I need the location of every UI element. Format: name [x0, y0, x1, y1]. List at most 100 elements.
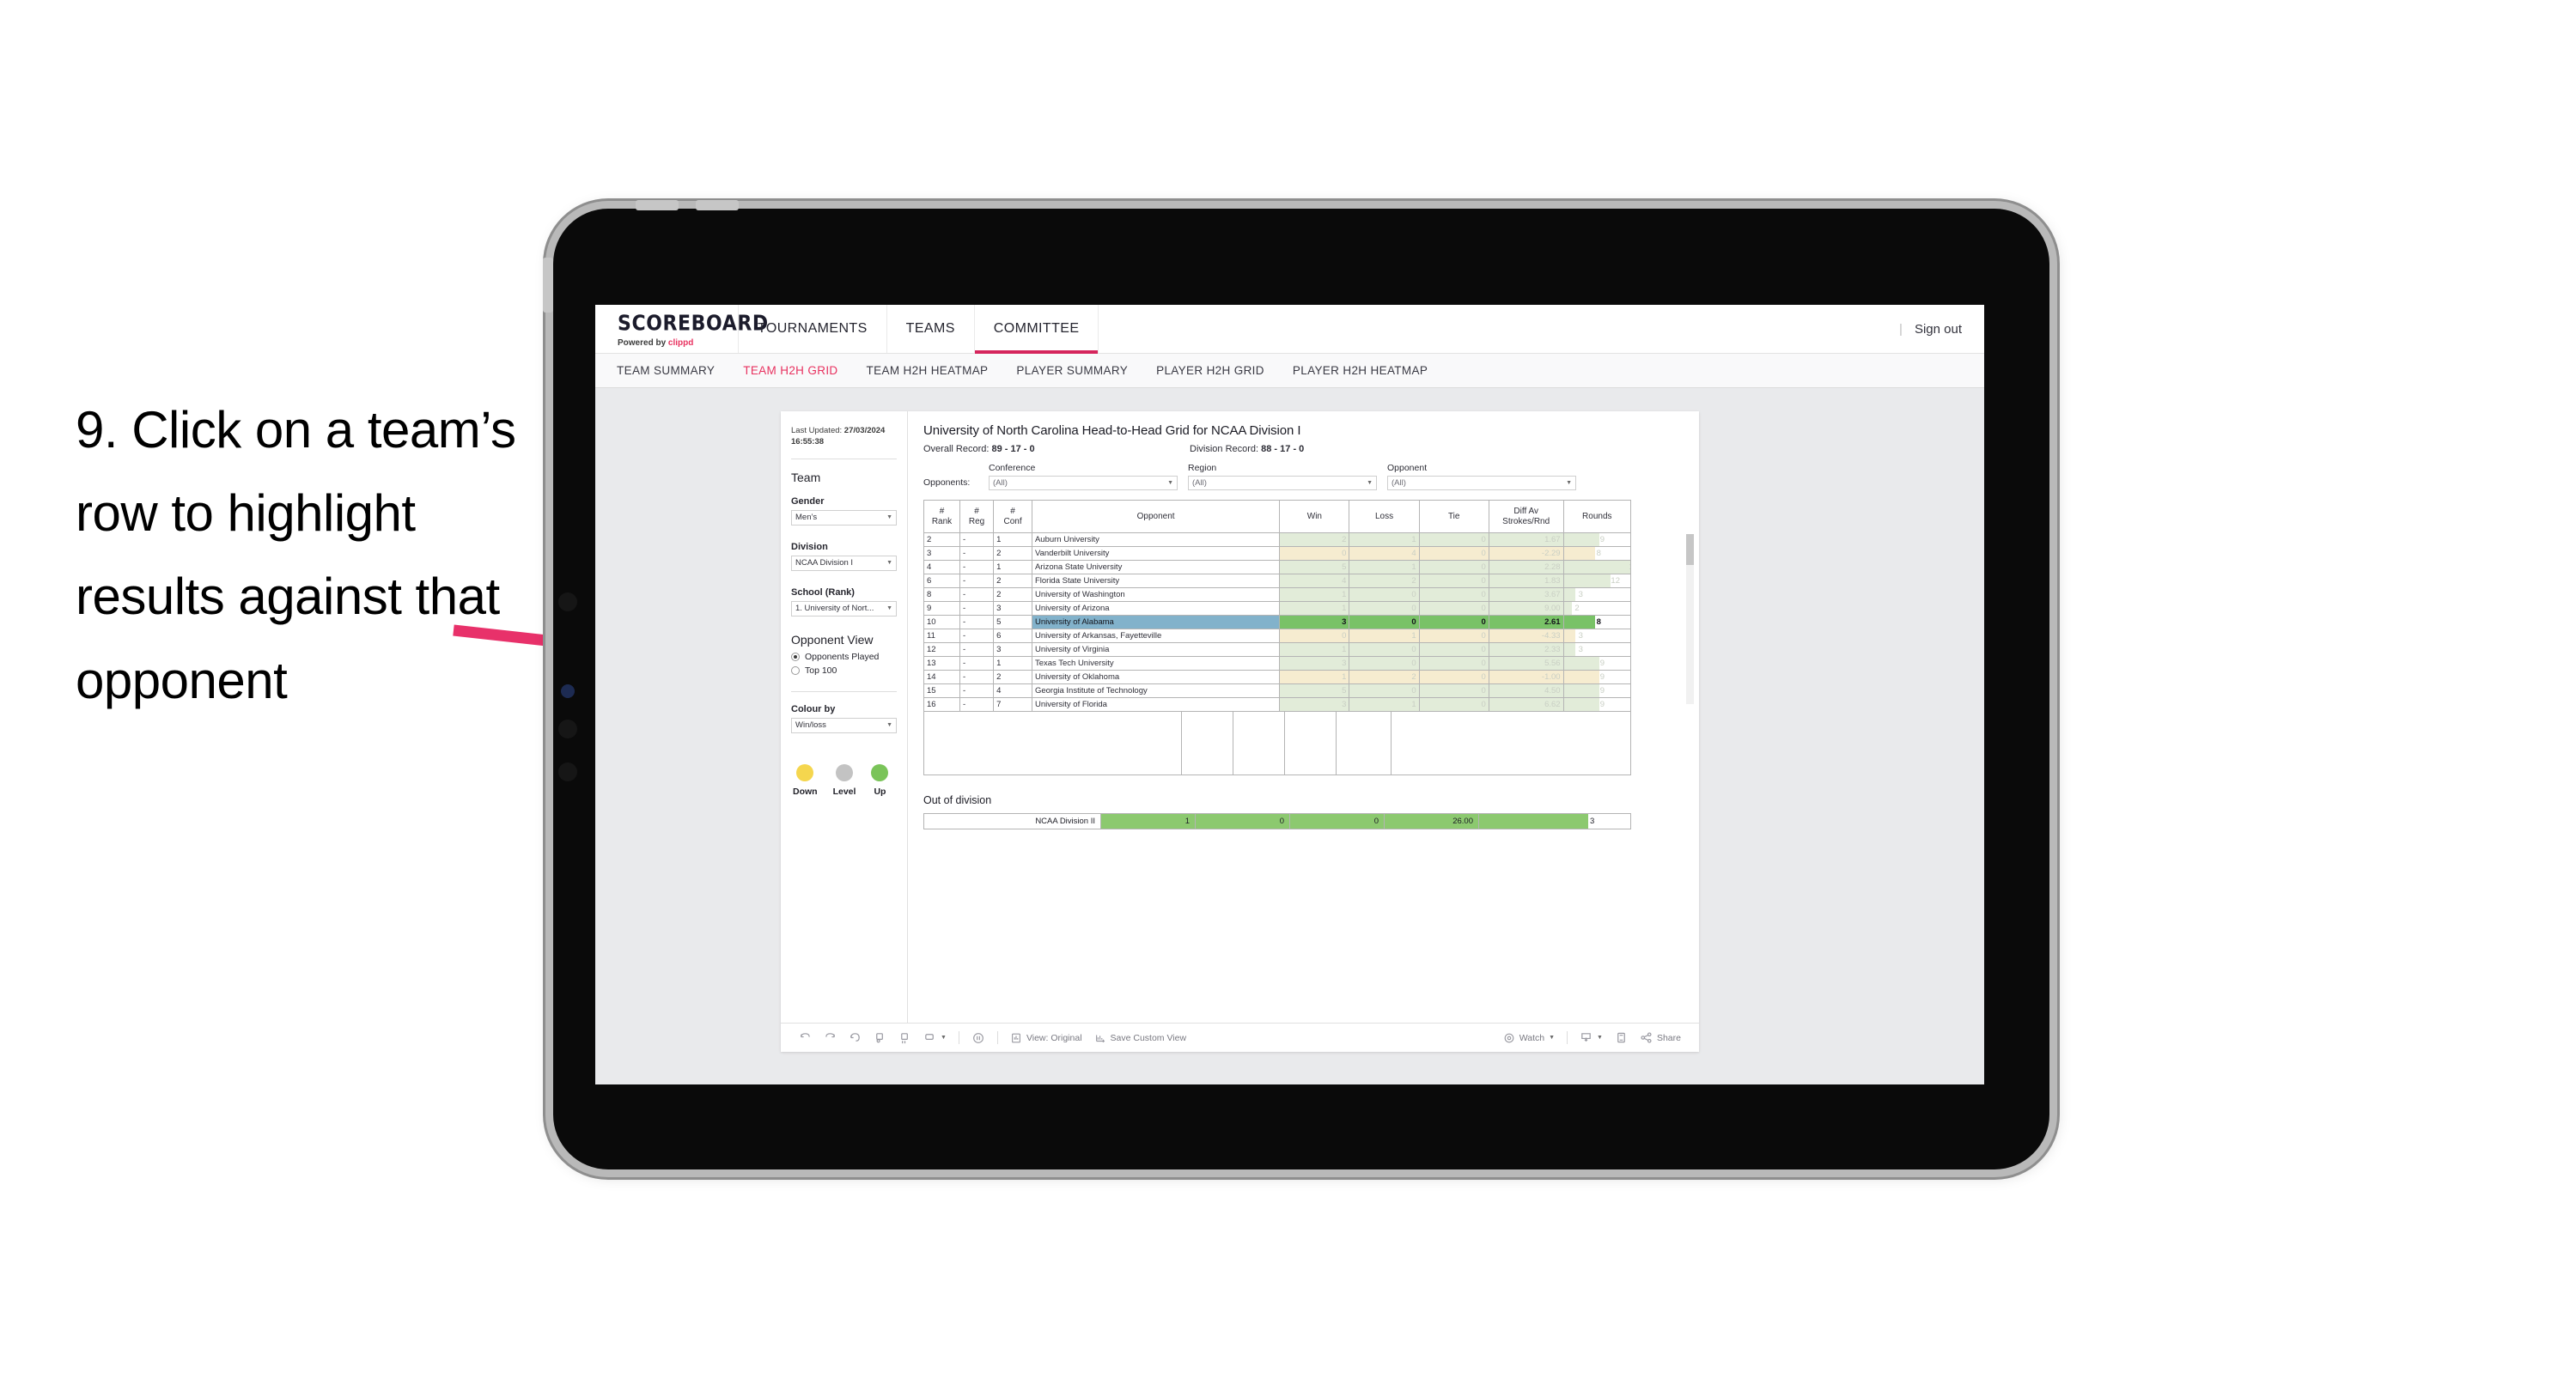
download-button[interactable]: ▼	[1574, 1031, 1609, 1044]
power-button[interactable]	[543, 258, 553, 313]
subtab-player-summary[interactable]: PLAYER SUMMARY	[1016, 364, 1128, 377]
opponents-filter-label: Opponents:	[923, 477, 971, 488]
table-row[interactable]: 2-1 Auburn University 2 1 0 1.67 9	[923, 532, 1632, 547]
cell-win: 1	[1279, 642, 1350, 657]
view-original-button[interactable]: View: Original	[1004, 1032, 1088, 1044]
volume-down-button[interactable]	[696, 200, 739, 210]
table-row[interactable]: 14-2 University of Oklahoma 1 2 0 -1.00 9	[923, 670, 1632, 684]
col-conf[interactable]: # Conf	[993, 500, 1032, 533]
camera-lens-icon	[558, 762, 577, 781]
cell-tie: 0	[1418, 656, 1489, 671]
table-row[interactable]: 13-1 Texas Tech University 3 0 0 5.56 9	[923, 656, 1632, 671]
table-row[interactable]: 12-3 University of Virginia 1 0 0 2.33 3	[923, 642, 1632, 657]
school-rank-value: 1. University of Nort...	[795, 604, 874, 614]
sign-out-link[interactable]: Sign out	[1915, 322, 1962, 337]
rounds-value: 9	[1599, 672, 1605, 682]
refresh-button[interactable]	[868, 1031, 892, 1044]
conference-filter-select[interactable]: (All) ▼	[989, 476, 1178, 490]
cell-rounds: 3	[1562, 629, 1632, 643]
radio-top-100[interactable]: Top 100	[791, 665, 897, 676]
school-rank-select[interactable]: 1. University of Nort... ▼	[791, 600, 897, 617]
cell-rank: 10	[923, 615, 960, 629]
chevron-down-icon: ▼	[886, 514, 892, 521]
table-row[interactable]: 9-3 University of Arizona 1 0 0 9.00 2	[923, 601, 1632, 616]
col-rank[interactable]: # Rank	[923, 500, 960, 533]
toolbar-divider	[1567, 1031, 1568, 1044]
table-row[interactable]: 4-1Arizona State University5102.2817	[923, 560, 1632, 574]
fullscreen-button[interactable]	[1609, 1031, 1634, 1044]
cell-rank: 9	[923, 601, 960, 616]
subtab-team-summary[interactable]: TEAM SUMMARY	[617, 364, 715, 377]
table-row[interactable]: 10-5 University of Alabama 3 0 0 2.61 8	[923, 615, 1632, 629]
table-row[interactable]: 3-2 Vanderbilt University 0 4 0 -2.29 8	[923, 546, 1632, 561]
brand-logo[interactable]: SCOREBOARD Powered by clippd	[595, 305, 768, 353]
save-custom-view-button[interactable]: Save Custom View	[1088, 1032, 1193, 1044]
col-diff-av-strokes[interactable]: Diff Av Strokes/Rnd	[1488, 500, 1564, 533]
cell-loss: 2	[1349, 670, 1420, 684]
cell-loss: 0	[1349, 683, 1420, 698]
table-row[interactable]: NCAA Division II 1 0 0 26.00 3	[923, 813, 1631, 829]
cell-diff: 2.33	[1488, 642, 1564, 657]
nav-tab-teams[interactable]: TEAMS	[887, 305, 975, 353]
pause-button[interactable]	[892, 1031, 917, 1044]
subtab-player-h2h-heatmap[interactable]: PLAYER H2H HEATMAP	[1293, 364, 1428, 377]
table-row[interactable]: 11-6 University of Arkansas, Fayetteville…	[923, 629, 1632, 643]
col-loss[interactable]: Loss	[1349, 500, 1420, 533]
opponent-filter-value: (All)	[1392, 478, 1406, 488]
subtab-team-h2h-grid[interactable]: TEAM H2H GRID	[743, 364, 837, 377]
col-rounds[interactable]: Rounds	[1562, 500, 1632, 533]
cell-opponent: Georgia Institute of Technology	[1031, 683, 1281, 698]
cell-rank: 8	[923, 587, 960, 602]
col-reg[interactable]: # Reg	[959, 500, 995, 533]
colour-by-select[interactable]: Win/loss ▼	[791, 717, 897, 733]
camera-lens-icon	[558, 720, 577, 738]
cell-reg: -	[959, 546, 995, 561]
table-row[interactable]: 16-7 University of Florida 3 1 0 6.62 9	[923, 697, 1632, 712]
division-record-label: Division Record:	[1190, 444, 1262, 454]
cell-tie: 0	[1418, 532, 1489, 547]
gender-select[interactable]: Men’s ▼	[791, 509, 897, 525]
share-button[interactable]: Share	[1634, 1031, 1687, 1044]
table-row[interactable]: 15-4 Georgia Institute of Technology 5 0 0 4.…	[923, 683, 1632, 698]
volume-up-button[interactable]	[636, 200, 679, 210]
cell-opponent: University of Washington	[1031, 587, 1281, 602]
region-filter-select[interactable]: (All) ▼	[1188, 476, 1377, 490]
pad-cell	[1337, 712, 1392, 775]
rounds-value: 2	[1574, 604, 1580, 613]
revert-button[interactable]	[843, 1031, 868, 1044]
cell-rank: 3	[923, 546, 960, 561]
ood-loss: 0	[1195, 813, 1290, 829]
subtab-player-h2h-grid[interactable]: PLAYER H2H GRID	[1156, 364, 1264, 377]
nav-tab-committee[interactable]: COMMITTEE	[974, 305, 1099, 354]
cell-rounds: 9	[1562, 683, 1632, 698]
grid-scrollbar[interactable]	[1686, 534, 1694, 704]
table-row[interactable]: 6-2 Florida State University 4 2 0 1.83 12	[923, 574, 1632, 588]
pad-cell	[924, 712, 1182, 775]
cell-rounds: 2	[1562, 601, 1632, 616]
cell-win: 0	[1279, 629, 1350, 643]
division-select[interactable]: NCAA Division I ▼	[791, 555, 897, 571]
opponent-filter-select[interactable]: (All) ▼	[1387, 476, 1576, 490]
radio-opponents-played[interactable]: Opponents Played	[791, 652, 897, 662]
undo-button[interactable]	[793, 1031, 818, 1044]
cell-loss: 1	[1349, 560, 1420, 574]
table-row[interactable]: 8-2 University of Washington 1 0 0 3.67 3	[923, 587, 1632, 602]
ood-win: 1	[1100, 813, 1196, 829]
col-win[interactable]: Win	[1279, 500, 1350, 533]
out-of-division-table: NCAA Division II 1 0 0 26.00 3	[923, 813, 1631, 829]
cell-conf: 1	[993, 560, 1032, 574]
pause-auto-update-button[interactable]	[965, 1031, 991, 1045]
col-opponent[interactable]: Opponent	[1031, 500, 1281, 533]
grid-scrollbar-thumb[interactable]	[1686, 534, 1694, 565]
cell-win: 1	[1279, 670, 1350, 684]
watch-button[interactable]: Watch ▼	[1497, 1032, 1561, 1044]
brand-tagline-prefix: Powered by	[618, 338, 668, 348]
out-of-division-heading: Out of division	[923, 794, 992, 806]
subtab-team-h2h-heatmap[interactable]: TEAM H2H HEATMAP	[867, 364, 989, 377]
device-layout-button[interactable]: ▼	[917, 1031, 953, 1044]
col-tie[interactable]: Tie	[1418, 500, 1489, 533]
redo-button[interactable]	[818, 1031, 843, 1044]
radio-top-100-label: Top 100	[805, 665, 837, 676]
nav-tab-tournaments[interactable]: TOURNAMENTS	[739, 305, 887, 353]
conference-filter-value: (All)	[993, 478, 1008, 488]
